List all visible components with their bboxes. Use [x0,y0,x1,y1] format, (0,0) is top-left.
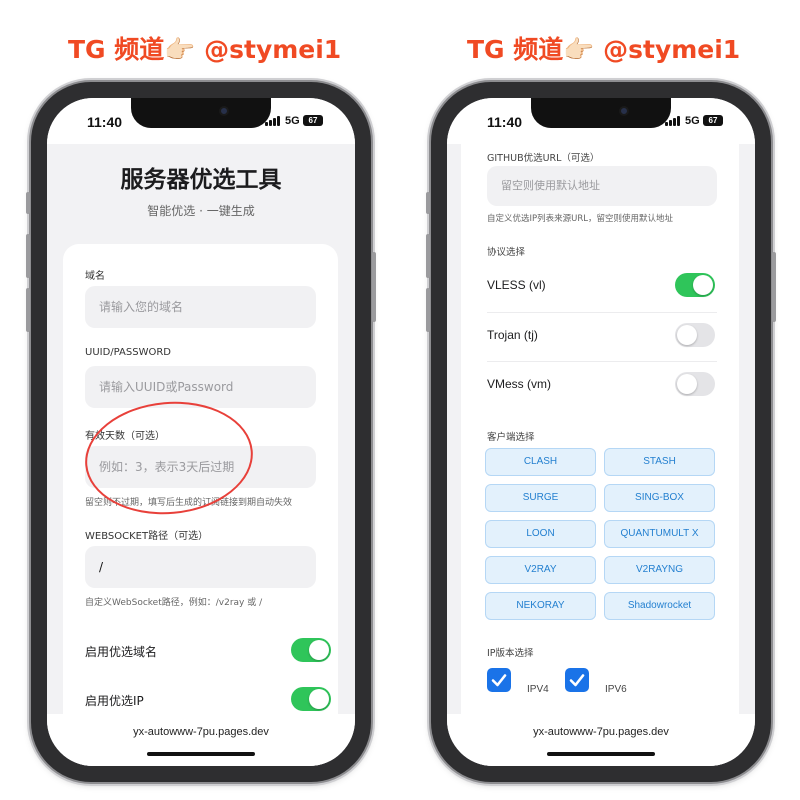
ip-version-label: IP版本选择 [487,648,534,659]
protocol-label: 协议选择 [487,247,526,258]
toggle-label-preferred-domain: 启用优选域名 [85,645,158,659]
github-label: GITHUB优选URL（可选） [487,153,600,164]
url-text[interactable]: yx-autowww-7pu.pages.dev [447,726,755,738]
volume-down-button [426,288,430,332]
home-indicator [547,752,655,756]
volume-up-button [426,234,430,278]
client-chip-quantumult-x[interactable]: QUANTUMULT X [604,520,715,548]
toggle-label-preferred-ip: 启用优选IP [85,694,144,708]
page-subtitle: 智能优选 · 一键生成 [147,204,255,218]
divider [487,361,717,362]
client-chip-shadowrocket[interactable]: Shadowrocket [604,592,715,620]
websocket-hint: 自定义WebSocket路径，例如：/v2ray 或 / [85,598,263,608]
url-bar: yx-autowww-7pu.pages.dev [47,714,355,766]
checkmark-icon [491,674,507,687]
volume-up-button [26,234,30,278]
banner-left: TG 频道👉🏻 @stymei1 [68,35,342,64]
screen-right: 11:40 5G 67 GITHUB优选URL（可选） 留空则使用默认地址 自定… [447,98,755,766]
vless-toggle[interactable] [675,273,715,297]
page-title: 服务器优选工具 [120,167,282,193]
trojan-toggle[interactable] [675,323,715,347]
mute-switch [426,192,430,214]
uuid-label: UUID/PASSWORD [85,347,171,358]
power-button [372,252,376,322]
network-type: 5G [685,115,700,127]
protocol-vmess-label: VMess (vm) [487,377,551,391]
volume-down-button [26,288,30,332]
url-text[interactable]: yx-autowww-7pu.pages.dev [47,726,355,738]
vmess-toggle[interactable] [675,372,715,396]
status-time: 11:40 [87,114,123,130]
notch [131,98,271,128]
screen-left: 11:40 5G 67 服务器优选工具 智能优选 · 一键生成 域名 请输入您的… [47,98,355,766]
uuid-input[interactable]: 请输入UUID或Password [85,366,316,408]
network-type: 5G [285,115,300,127]
protocol-trojan-label: Trojan (tj) [487,328,538,342]
home-indicator [147,752,255,756]
divider [487,312,717,313]
phone-left: 11:40 5G 67 服务器优选工具 智能优选 · 一键生成 域名 请输入您的… [26,82,376,782]
protocol-vless-label: VLESS (vl) [487,278,546,292]
client-chip-v2rayng[interactable]: V2RAYNG [604,556,715,584]
github-hint: 自定义优选IP列表来源URL，留空则使用默认地址 [487,214,673,224]
notch [531,98,671,128]
client-chip-surge[interactable]: SURGE [485,484,596,512]
domain-label: 域名 [85,271,105,282]
ipv6-label: IPV6 [605,684,627,695]
websocket-label: WEBSOCKET路径（可选） [85,531,209,542]
github-url-input[interactable]: 留空则使用默认地址 [487,166,717,206]
expiry-input[interactable]: 例如：3，表示3天后过期 [85,446,316,488]
client-chip-stash[interactable]: STASH [604,448,715,476]
phone-right: 11:40 5G 67 GITHUB优选URL（可选） 留空则使用默认地址 自定… [426,82,776,782]
battery-icon: 67 [303,115,323,126]
expiry-hint: 留空则不过期，填写后生成的订阅链接到期自动失效 [85,498,293,508]
camera-icon [619,106,629,116]
client-chip-nekoray[interactable]: NEKORAY [485,592,596,620]
battery-icon: 67 [703,115,723,126]
camera-icon [219,106,229,116]
preferred-domain-toggle[interactable] [291,638,331,662]
client-label: 客户端选择 [487,432,535,443]
ipv6-checkbox[interactable] [565,668,589,692]
websocket-input[interactable]: / [85,546,316,588]
mute-switch [26,192,30,214]
client-chip-clash[interactable]: CLASH [485,448,596,476]
expiry-label: 有效天数（可选） [85,431,165,442]
checkmark-icon [569,674,585,687]
ipv4-checkbox[interactable] [487,668,511,692]
domain-input[interactable]: 请输入您的域名 [85,286,316,328]
status-time: 11:40 [487,114,523,130]
preferred-ip-toggle[interactable] [291,687,331,711]
ipv4-label: IPV4 [527,684,549,695]
client-chip-loon[interactable]: LOON [485,520,596,548]
power-button [772,252,776,322]
client-chip-sing-box[interactable]: SING-BOX [604,484,715,512]
banner-right: TG 频道👉🏻 @stymei1 [467,35,741,64]
url-bar: yx-autowww-7pu.pages.dev [447,714,755,766]
client-chip-v2ray[interactable]: V2RAY [485,556,596,584]
